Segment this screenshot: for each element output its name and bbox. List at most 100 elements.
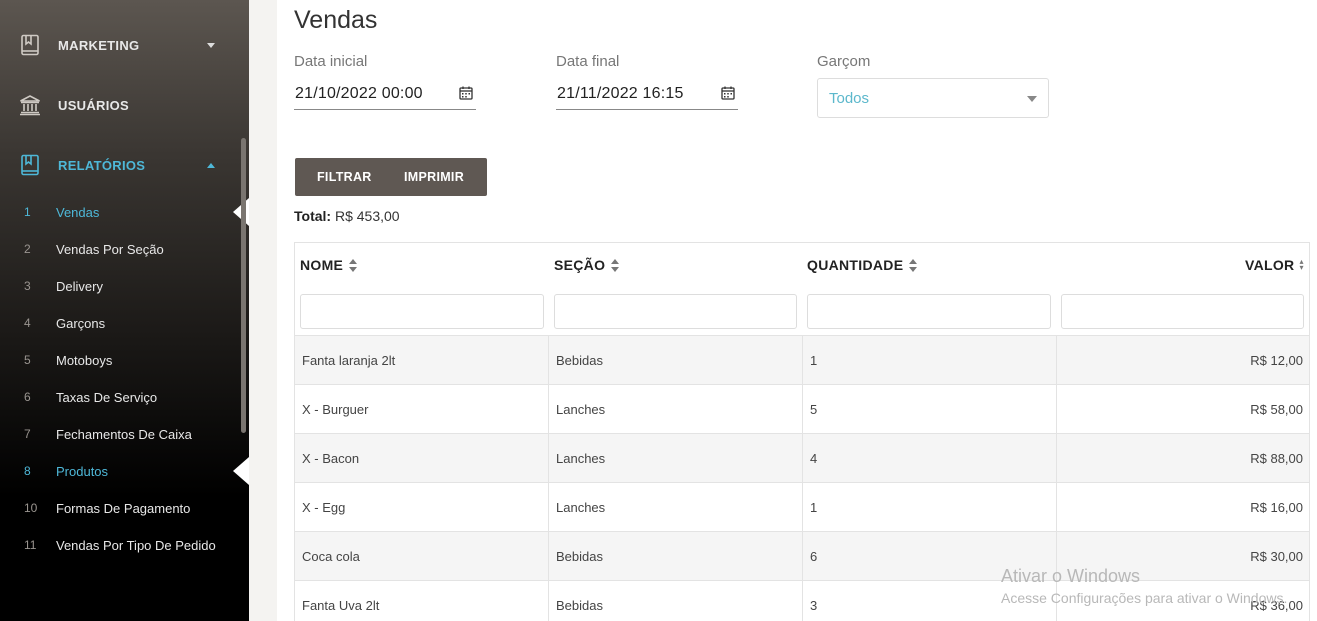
sidebar-item-number: 11	[24, 538, 37, 552]
sidebar-item-label: Vendas Por Tipo De Pedido	[56, 537, 216, 553]
sidebar-item-number: 3	[24, 279, 31, 293]
sidebar-item-number: 10	[24, 501, 38, 515]
sidebar-item-label: Taxas De Serviço	[56, 389, 158, 405]
cell-secao: Bebidas	[548, 581, 802, 621]
column-header-label: QUANTIDADE	[807, 257, 904, 273]
start-date-label: Data inicial	[294, 53, 368, 70]
sidebar-item-vendas-por-tipo-de-pedido[interactable]: 11 Vendas Por Tipo De Pedido	[0, 530, 249, 560]
cell-secao: Bebidas	[548, 532, 802, 581]
column-header-label: NOME	[300, 257, 344, 273]
chevron-down-icon	[1027, 96, 1037, 102]
filter-input-valor[interactable]	[1061, 294, 1304, 329]
sort-icon[interactable]: ▴ ▾	[1299, 258, 1303, 272]
waiter-select[interactable]: Todos	[817, 78, 1049, 118]
total-label: Total:	[294, 208, 332, 224]
bank-icon	[20, 95, 40, 116]
start-date-value: 21/10/2022 00:00	[295, 84, 423, 102]
cell-secao: Bebidas	[548, 336, 802, 385]
sidebar-item-taxas-de-servico[interactable]: 6 Taxas De Serviço	[0, 382, 249, 412]
table-row[interactable]: Fanta laranja 2lt Bebidas 1 R$ 12,00	[295, 335, 1309, 385]
sort-icon[interactable]	[611, 258, 620, 272]
cell-nome: X - Burguer	[302, 402, 369, 417]
sidebar-item-label: Produtos	[56, 463, 109, 479]
cell-nome: X - Bacon	[302, 451, 360, 466]
cell-secao: Lanches	[548, 385, 802, 434]
sidebar-item-fechamentos-de-caixa[interactable]: 7 Fechamentos De Caixa	[0, 419, 249, 449]
column-header-quantidade[interactable]: QUANTIDADE	[807, 257, 918, 273]
sidebar-item-garcons[interactable]: 4 Garçons	[0, 308, 249, 338]
sidebar-item-vendas-por-secao[interactable]: 2 Vendas Por Seção	[0, 234, 249, 264]
sidebar-item-label: Delivery	[56, 278, 103, 294]
sort-icon[interactable]	[349, 258, 358, 272]
cell-nome: Coca cola	[302, 549, 360, 564]
table-row[interactable]: X - Burguer Lanches 5 R$ 58,00	[295, 384, 1309, 434]
sidebar-item-produtos[interactable]: 8 Produtos	[0, 456, 249, 486]
cell-secao: Lanches	[548, 434, 802, 483]
sidebar-item-number: 5	[24, 353, 31, 367]
sidebar-section-label: MARKETING	[58, 37, 140, 53]
column-header-label: SEÇÃO	[554, 257, 606, 273]
waiter-label: Garçom	[817, 53, 871, 70]
cell-nome: Fanta Uva 2lt	[302, 598, 380, 613]
cell-valor: R$ 58,00	[1056, 385, 1309, 434]
sidebar-section-relatorios[interactable]: RELATÓRIOS	[0, 145, 249, 185]
total-value: R$ 453,00	[334, 208, 400, 224]
sidebar-section-marketing[interactable]: MARKETING	[0, 25, 249, 65]
calendar-icon[interactable]	[459, 86, 473, 100]
cell-nome: Fanta laranja 2lt	[302, 353, 396, 368]
waiter-select-value: Todos	[829, 90, 870, 107]
filter-input-secao[interactable]	[554, 294, 797, 329]
sidebar-item-label: Fechamentos De Caixa	[56, 426, 192, 442]
column-header-secao[interactable]: SEÇÃO	[554, 257, 620, 273]
print-button[interactable]: IMPRIMIR	[404, 170, 464, 184]
cell-valor: R$ 12,00	[1056, 336, 1309, 385]
cell-quantidade: 1	[802, 483, 1056, 532]
table-row[interactable]: Coca cola Bebidas 6 R$ 30,00	[295, 531, 1309, 581]
sidebar-item-number: 6	[24, 390, 31, 404]
calendar-icon[interactable]	[721, 86, 735, 100]
sidebar-item-number: 4	[24, 316, 31, 330]
table-row[interactable]: Fanta Uva 2lt Bebidas 3 R$ 36,00	[295, 580, 1309, 621]
sidebar-item-label: Motoboys	[56, 352, 113, 368]
main-content: Vendas Data inicial 21/10/2022 00:00 Dat…	[277, 0, 1317, 621]
sidebar-section-usuarios[interactable]: USUÁRIOS	[0, 85, 249, 125]
filter-input-nome[interactable]	[300, 294, 544, 329]
column-header-nome[interactable]: NOME	[300, 257, 358, 273]
chevron-up-icon	[207, 162, 215, 168]
start-date-input[interactable]: 21/10/2022 00:00	[294, 78, 476, 110]
sidebar-item-motoboys[interactable]: 5 Motoboys	[0, 345, 249, 375]
sidebar-item-label: Garçons	[56, 315, 106, 331]
column-header-label: VALOR	[1245, 257, 1295, 273]
cell-quantidade: 5	[802, 385, 1056, 434]
table-row[interactable]: X - Egg Lanches 1 R$ 16,00	[295, 482, 1309, 532]
sidebar: MARKETING USUÁRIOS RELATÓRIOS 1 Vendas 2	[0, 0, 249, 621]
book-icon	[21, 34, 39, 56]
sidebar-item-vendas[interactable]: 1 Vendas	[0, 197, 249, 227]
total-summary: Total: R$ 453,00	[294, 208, 400, 224]
table-row[interactable]: X - Bacon Lanches 4 R$ 88,00	[295, 433, 1309, 483]
filter-button[interactable]: FILTRAR	[317, 170, 372, 184]
filter-input-quantidade[interactable]	[807, 294, 1051, 329]
page-title: Vendas	[294, 6, 378, 34]
sidebar-item-number: 8	[24, 464, 31, 478]
cell-valor: R$ 36,00	[1056, 581, 1309, 621]
sidebar-item-formas-de-pagamento[interactable]: 10 Formas De Pagamento	[0, 493, 249, 523]
cell-quantidade: 3	[802, 581, 1056, 621]
sidebar-scrollbar[interactable]	[241, 138, 246, 433]
bookmark-book-icon	[21, 154, 39, 176]
sidebar-item-delivery[interactable]: 3 Delivery	[0, 271, 249, 301]
sidebar-item-number: 7	[24, 427, 31, 441]
end-date-input[interactable]: 21/11/2022 16:15	[556, 78, 738, 110]
sidebar-item-number: 2	[24, 242, 31, 256]
sort-icon[interactable]	[909, 258, 918, 272]
cell-quantidade: 1	[802, 336, 1056, 385]
cell-valor: R$ 16,00	[1056, 483, 1309, 532]
cell-nome: X - Egg	[302, 500, 346, 515]
sidebar-item-label: Vendas Por Seção	[56, 241, 164, 257]
content-gutter	[249, 0, 277, 621]
sidebar-item-label: Vendas	[56, 204, 100, 220]
chevron-down-icon	[207, 42, 215, 48]
sales-table: NOME SEÇÃO QUANTIDADE VALOR ▴ ▾ Fanta lar…	[294, 242, 1310, 621]
column-header-valor[interactable]: VALOR ▴ ▾	[1245, 257, 1304, 273]
cell-valor: R$ 30,00	[1056, 532, 1309, 581]
